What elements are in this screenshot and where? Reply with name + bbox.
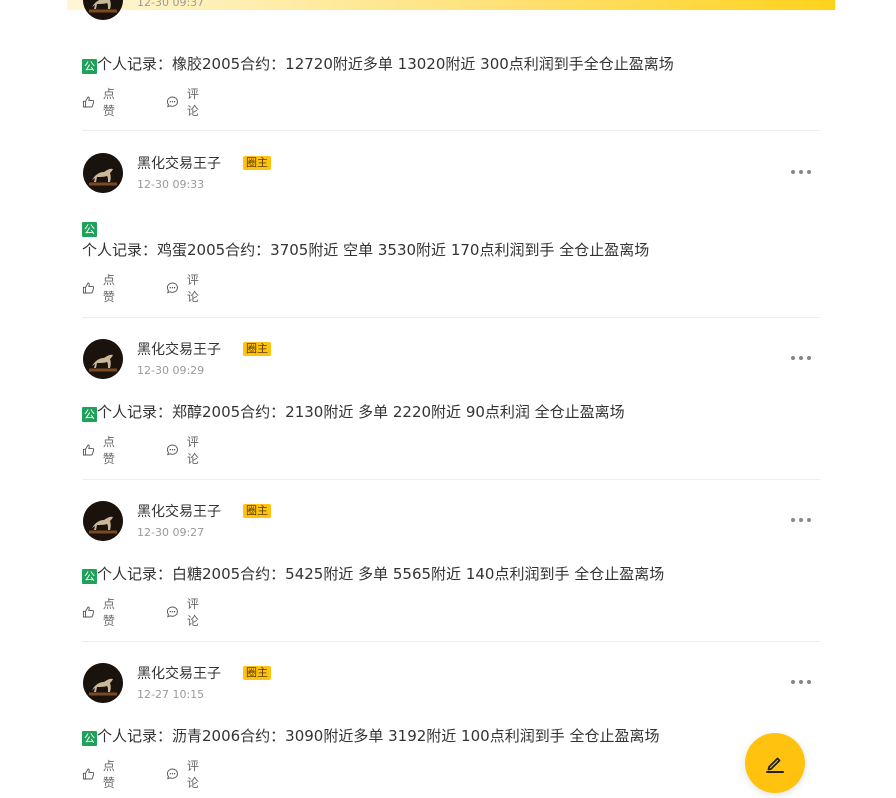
post-text: 个人记录：鸡蛋2005合约：3705附近 空单 3530附近 170点利润到手 …	[82, 241, 650, 259]
public-tag: 公	[82, 407, 97, 422]
like-label: 点赞	[102, 435, 115, 466]
avatar[interactable]	[83, 0, 123, 20]
more-options-icon[interactable]	[790, 517, 812, 523]
comment-label: 评论	[186, 597, 199, 628]
public-tag: 公	[82, 731, 97, 746]
post-time: 12-30 09:27	[137, 526, 205, 539]
like-label: 点赞	[102, 273, 115, 304]
post-card: 黑化交易王子 圈主 12-30 09:29 公个人记录：郑醇2005合约：213…	[82, 318, 820, 480]
author-name[interactable]: 黑化交易王子	[137, 153, 221, 173]
post-content: 公个人记录：橡胶2005合约：12720附近多单 13020附近 300点利润到…	[82, 54, 674, 74]
like-button[interactable]: 点赞	[82, 759, 120, 790]
author-name[interactable]: 黑化交易王子	[137, 663, 221, 683]
avatar[interactable]	[83, 501, 123, 541]
post-time: 12-30 09:33	[137, 178, 205, 191]
like-button[interactable]: 点赞	[82, 435, 120, 466]
comment-label: 评论	[186, 435, 199, 466]
comment-button[interactable]: 评论	[166, 273, 204, 304]
more-options-icon[interactable]	[790, 169, 812, 175]
public-tag: 公	[82, 222, 97, 237]
owner-badge: 圈主	[243, 504, 271, 518]
comment-icon	[166, 96, 178, 108]
comment-icon	[166, 444, 178, 456]
author-name[interactable]: 黑化交易王子	[137, 339, 221, 359]
post-text: 个人记录：橡胶2005合约：12720附近多单 13020附近 300点利润到手…	[97, 55, 674, 73]
comment-label: 评论	[186, 87, 199, 118]
post-text: 个人记录：白糖2005合约：5425附近 多单 5565附近 140点利润到手 …	[97, 565, 665, 583]
public-tag: 公	[82, 569, 97, 584]
comment-icon	[166, 282, 178, 294]
thumbs-up-icon	[82, 444, 95, 456]
thumbs-up-icon	[82, 606, 95, 618]
post-text: 个人记录：郑醇2005合约：2130附近 多单 2220附近 90点利润 全仓止…	[97, 403, 625, 421]
owner-badge: 圈主	[243, 666, 271, 680]
more-options-icon[interactable]	[790, 355, 812, 361]
avatar[interactable]	[83, 153, 123, 193]
comment-label: 评论	[186, 759, 199, 790]
post-content: 公个人记录：沥青2006合约：3090附近多单 3192附近 100点利润到手 …	[82, 726, 659, 746]
like-label: 点赞	[102, 759, 115, 790]
thumbs-up-icon	[82, 96, 95, 108]
like-button[interactable]: 点赞	[82, 273, 120, 304]
post-card: 黑化交易王子 圈主 12-30 09:33 公 个人记录：鸡蛋2005合约：37…	[82, 131, 820, 318]
comment-button[interactable]: 评论	[166, 597, 204, 628]
like-button[interactable]: 点赞	[82, 597, 120, 628]
thumbs-up-icon	[82, 282, 95, 294]
pencil-icon	[766, 757, 784, 773]
thumbs-up-icon	[82, 768, 95, 780]
compose-button[interactable]	[745, 733, 805, 793]
post-card: 12-30 09:37 公个人记录：橡胶2005合约：12720附近多单 130…	[82, 0, 820, 131]
comment-label: 评论	[186, 273, 199, 304]
post-time: 12-30 09:37	[137, 0, 205, 9]
post-card: 黑化交易王子 圈主 12-27 10:15 公个人记录：沥青2006合约：309…	[82, 642, 820, 798]
like-button[interactable]: 点赞	[82, 87, 120, 118]
like-label: 点赞	[102, 87, 115, 118]
post-content: 公	[82, 217, 97, 237]
post-card: 黑化交易王子 圈主 12-30 09:27 公个人记录：白糖2005合约：542…	[82, 480, 820, 642]
post-text: 个人记录：沥青2006合约：3090附近多单 3192附近 100点利润到手 全…	[97, 727, 660, 745]
more-options-icon[interactable]	[790, 679, 812, 685]
owner-badge: 圈主	[243, 342, 271, 356]
post-time: 12-30 09:29	[137, 364, 205, 377]
comment-button[interactable]: 评论	[166, 435, 204, 466]
post-content: 公个人记录：郑醇2005合约：2130附近 多单 2220附近 90点利润 全仓…	[82, 402, 625, 422]
comment-icon	[166, 768, 178, 780]
author-name[interactable]: 黑化交易王子	[137, 501, 221, 521]
comment-button[interactable]: 评论	[166, 87, 204, 118]
like-label: 点赞	[102, 597, 115, 628]
owner-badge: 圈主	[243, 156, 271, 170]
public-tag: 公	[82, 59, 97, 74]
avatar[interactable]	[83, 663, 123, 703]
comment-button[interactable]: 评论	[166, 759, 204, 790]
post-time: 12-27 10:15	[137, 688, 205, 701]
comment-icon	[166, 606, 178, 618]
post-content: 公个人记录：白糖2005合约：5425附近 多单 5565附近 140点利润到手…	[82, 564, 664, 584]
avatar[interactable]	[83, 339, 123, 379]
